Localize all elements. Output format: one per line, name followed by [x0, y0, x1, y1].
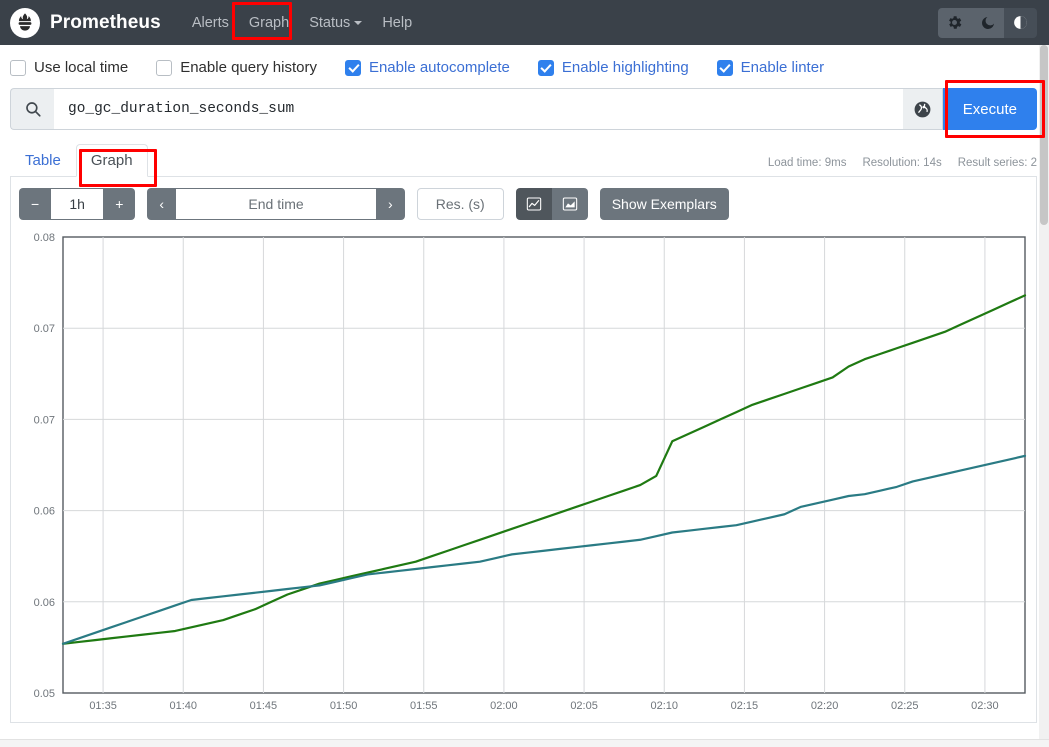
resolution: Resolution: 14s: [862, 157, 942, 169]
page-scrollbar[interactable]: [1039, 45, 1049, 747]
option-use-local-time[interactable]: Use local time: [10, 59, 128, 76]
chart-type-group: [515, 188, 588, 220]
option-enable-autocomplete[interactable]: Enable autocomplete: [344, 59, 510, 76]
endtime-prev-button[interactable]: ‹: [147, 188, 177, 220]
query-input[interactable]: [54, 88, 903, 130]
enable-linter-label: Enable linter: [740, 59, 825, 76]
endtime-next-button[interactable]: ›: [376, 188, 405, 220]
result-tabs: Table Graph Load time: 9ms Resolution: 1…: [10, 142, 1037, 177]
range-increase-button[interactable]: +: [103, 188, 136, 220]
enable-autocomplete-label: Enable autocomplete: [368, 59, 510, 76]
result-series: Result series: 2: [957, 157, 1037, 169]
endtime-input[interactable]: End time: [176, 188, 377, 220]
endtime-group: ‹ End time ›: [147, 188, 405, 220]
enable-autocomplete-checkbox[interactable]: [344, 59, 361, 76]
enable-query-history-label: Enable query history: [180, 59, 317, 76]
range-decrease-button[interactable]: −: [19, 188, 52, 220]
line-chart-icon[interactable]: [515, 188, 552, 220]
nav-status-label: Status: [309, 14, 351, 31]
timeseries-chart[interactable]: 0.08 0.07 0.07 0.06 0.06 0.05 01:35 01:40 01:45 0…: [19, 229, 1031, 715]
svg-text:0.07: 0.07: [34, 323, 55, 335]
show-exemplars-button[interactable]: Show Exemplars: [599, 188, 729, 220]
nav-graph[interactable]: Graph: [240, 9, 298, 37]
tab-graph[interactable]: Graph: [75, 144, 148, 177]
svg-text:02:25: 02:25: [891, 700, 919, 712]
option-enable-linter[interactable]: Enable linter: [716, 59, 825, 76]
option-enable-query-history[interactable]: Enable query history: [156, 59, 317, 76]
svg-text:02:00: 02:00: [490, 700, 518, 712]
navbar: Prometheus Alerts Graph Status Help: [0, 0, 1049, 45]
nav-help[interactable]: Help: [373, 9, 421, 37]
bottom-bar: [0, 739, 1049, 747]
chart-area[interactable]: 0.08 0.07 0.07 0.06 0.06 0.05 01:35 01:40 01:45 0…: [19, 229, 1028, 715]
range-group: − 1h +: [19, 188, 136, 220]
enable-linter-checkbox[interactable]: [716, 59, 733, 76]
enable-highlighting-label: Enable highlighting: [561, 59, 689, 76]
search-icon: [10, 88, 54, 130]
prometheus-torch-icon: [10, 7, 40, 38]
theme-light-button[interactable]: [938, 7, 971, 38]
use-local-time-label: Use local time: [34, 59, 129, 76]
svg-text:01:40: 01:40: [169, 700, 197, 712]
metrics-explorer-globe-icon[interactable]: [902, 88, 943, 130]
load-time: Load time: 9ms: [767, 157, 847, 169]
query-row: Execute: [10, 88, 1037, 130]
svg-text:01:45: 01:45: [250, 700, 278, 712]
svg-text:02:20: 02:20: [811, 700, 839, 712]
svg-text:01:50: 01:50: [330, 700, 358, 712]
svg-text:02:10: 02:10: [650, 700, 678, 712]
option-enable-highlighting[interactable]: Enable highlighting: [537, 59, 689, 76]
area-chart-icon[interactable]: [551, 188, 588, 220]
range-value[interactable]: 1h: [51, 188, 104, 220]
brand-name: Prometheus: [50, 11, 161, 33]
chevron-down-icon: [354, 20, 363, 25]
resolution-input[interactable]: Res. (s): [416, 188, 504, 220]
svg-text:01:55: 01:55: [410, 700, 438, 712]
theme-dark-button[interactable]: [971, 7, 1004, 38]
svg-text:0.06: 0.06: [34, 597, 55, 609]
svg-text:0.05: 0.05: [34, 688, 55, 700]
use-local-time-checkbox[interactable]: [10, 59, 26, 76]
tabs-divider: [10, 176, 1037, 177]
svg-text:02:05: 02:05: [570, 700, 598, 712]
theme-switcher: [938, 7, 1037, 38]
tab-table[interactable]: Table: [10, 144, 76, 177]
enable-highlighting-checkbox[interactable]: [537, 59, 554, 76]
nav-alerts[interactable]: Alerts: [183, 9, 238, 37]
svg-text:01:35: 01:35: [89, 700, 117, 712]
svg-text:02:15: 02:15: [731, 700, 759, 712]
theme-auto-button[interactable]: [1004, 7, 1037, 38]
graph-panel: − 1h + ‹ End time › Res. (s) Show Exempl…: [10, 177, 1037, 723]
svg-text:0.08: 0.08: [34, 232, 55, 244]
nav-links: Alerts Graph Status Help: [183, 9, 421, 37]
enable-query-history-checkbox[interactable]: [156, 59, 173, 76]
scrollbar-thumb[interactable]: [1040, 45, 1048, 225]
svg-text:0.06: 0.06: [34, 506, 55, 518]
svg-text:0.07: 0.07: [34, 414, 55, 426]
execute-button[interactable]: Execute: [942, 88, 1037, 130]
nav-status[interactable]: Status: [300, 9, 371, 37]
svg-text:02:30: 02:30: [971, 700, 999, 712]
query-meta: Load time: 9ms Resolution: 14s Result se…: [768, 157, 1037, 176]
brand[interactable]: Prometheus: [10, 7, 161, 38]
options-row: Use local time Enable query history Enab…: [0, 45, 1049, 88]
graph-controls: − 1h + ‹ End time › Res. (s) Show Exempl…: [19, 187, 1028, 221]
